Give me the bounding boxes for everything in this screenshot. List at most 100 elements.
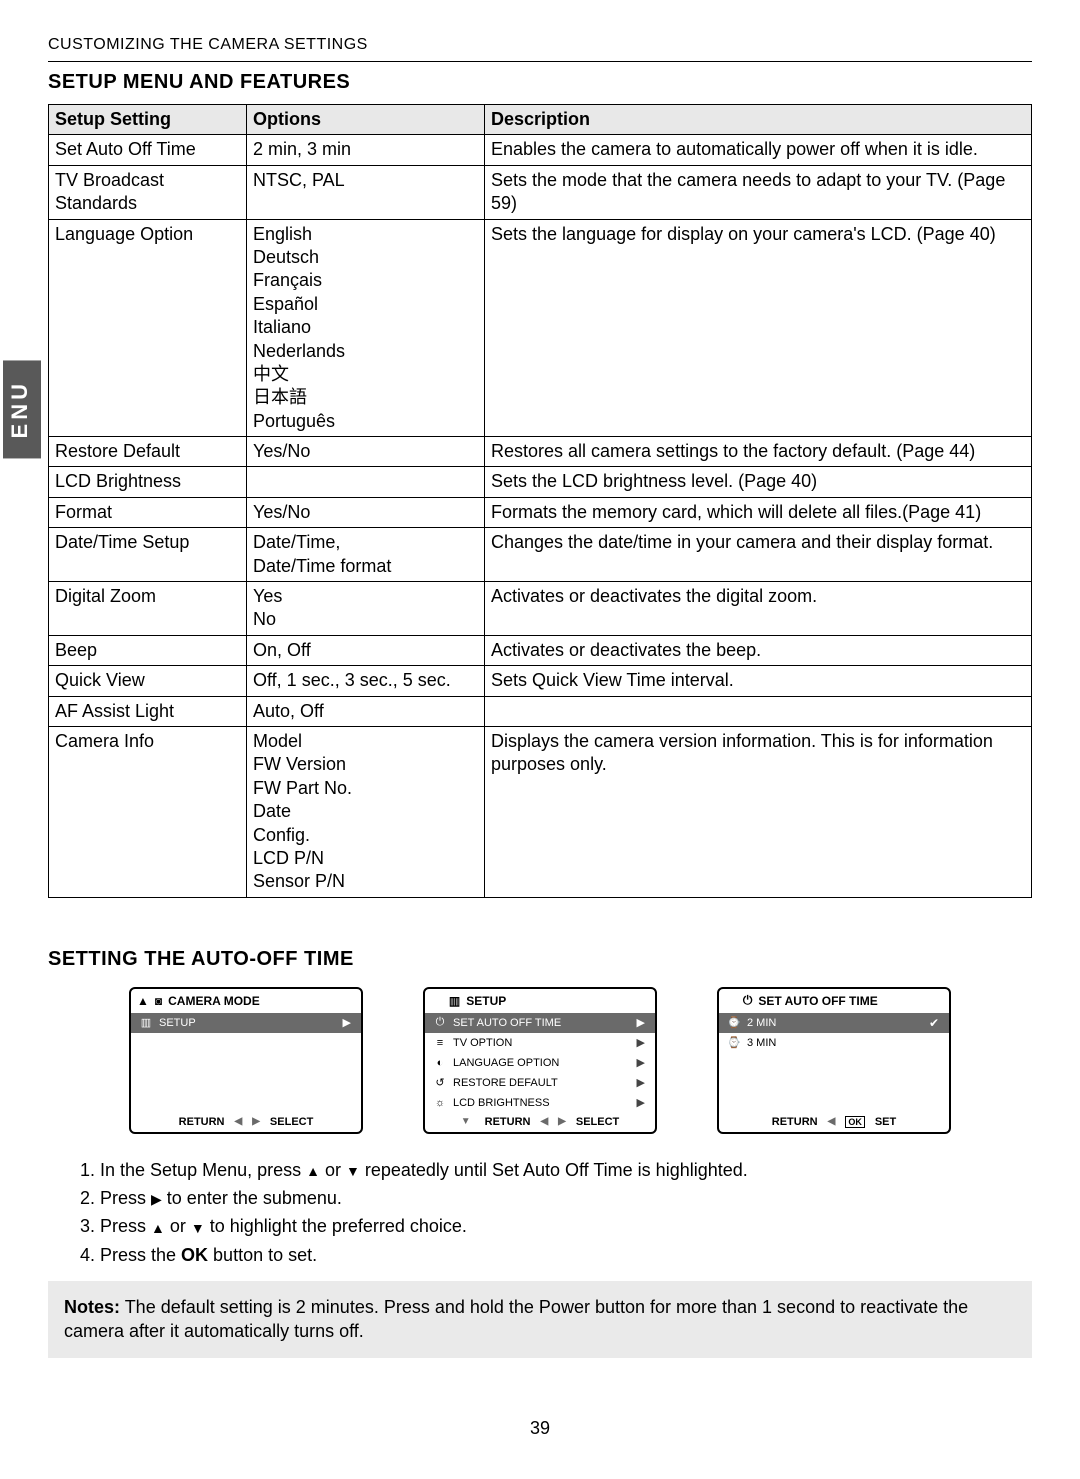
cell-options: Off, 1 sec., 3 sec., 5 sec.: [247, 666, 485, 696]
cell-description: [485, 696, 1032, 726]
left-triangle-icon: ◀: [540, 1116, 548, 1127]
lcd-row-label: LANGUAGE OPTION: [453, 1057, 559, 1069]
cell-setting: Beep: [49, 635, 247, 665]
chevron-right-icon: ▶: [637, 1016, 645, 1029]
cell-description: Sets the LCD brightness level. (Page 40): [485, 467, 1032, 497]
th-setting: Setup Setting: [49, 105, 247, 135]
menu-item-icon: ⏻: [433, 1016, 447, 1029]
cell-options: 2 min, 3 min: [247, 135, 485, 165]
cell-setting: Format: [49, 497, 247, 527]
chevron-right-icon: ▶: [343, 1016, 351, 1029]
ok-label: OK: [181, 1245, 208, 1265]
right-triangle-icon: ▶: [252, 1116, 260, 1127]
lcd-row-label: SETUP: [159, 1017, 196, 1029]
check-icon: ✔: [929, 1016, 939, 1030]
table-row: Digital ZoomYesNoActivates or deactivate…: [49, 582, 1032, 636]
lcd-menu-item: ⏻SET AUTO OFF TIME▶: [425, 1013, 655, 1033]
lcd-set-auto-off: ▲ ⏻ SET AUTO OFF TIME ⌚2 MIN✔⌚3 MIN RETU…: [717, 987, 951, 1134]
table-row: BeepOn, OffActivates or deactivates the …: [49, 635, 1032, 665]
up-triangle-icon: ▲: [137, 994, 149, 1008]
timer-icon: ⌚: [727, 1016, 741, 1029]
cell-description: Changes the date/time in your camera and…: [485, 528, 1032, 582]
section-title: SETUP MENU AND FEATURES: [48, 71, 1032, 94]
cell-description: Activates or deactivates the beep.: [485, 635, 1032, 665]
chevron-right-icon: ▶: [637, 1076, 645, 1089]
table-row: Language OptionEnglishDeutschFrançaisEsp…: [49, 219, 1032, 437]
cell-options: Date/Time,Date/Time format: [247, 528, 485, 582]
notes-text: The default setting is 2 minutes. Press …: [64, 1297, 968, 1341]
notes-label: Notes:: [64, 1297, 120, 1317]
th-options: Options: [247, 105, 485, 135]
lcd-menu-item: ≡TV OPTION▶: [425, 1033, 655, 1053]
lcd-camera-mode: ▲ ◙ CAMERA MODE ▥ SETUP ▶ RETURN ◀ ▶ SEL…: [129, 987, 363, 1134]
timer-icon: ⌚: [727, 1036, 741, 1049]
setup-icon: ▥: [139, 1016, 153, 1029]
cell-options: Yes/No: [247, 497, 485, 527]
table-row: Camera InfoModelFW VersionFW Part No.Dat…: [49, 726, 1032, 897]
cell-description: Sets the mode that the camera needs to a…: [485, 165, 1032, 219]
lcd-menu-item: ◐LANGUAGE OPTION▶: [425, 1053, 655, 1073]
cell-description: Formats the memory card, which will dele…: [485, 497, 1032, 527]
step-1: In the Setup Menu, press ▲ or ▼ repeated…: [100, 1158, 1032, 1182]
right-triangle-icon: ▶: [558, 1116, 566, 1127]
cell-options: Yes/No: [247, 437, 485, 467]
step-text: Press: [100, 1216, 151, 1236]
lcd-menu-item: ↺ RESTORE DEFAULT ▶: [425, 1073, 655, 1093]
lcd-foot-return: RETURN: [772, 1116, 818, 1128]
lcd-head-label: SET AUTO OFF TIME: [758, 994, 877, 1008]
lcd-foot-return: RETURN: [485, 1116, 531, 1128]
lcd-foot-select: SELECT: [576, 1116, 619, 1128]
lcd-row-label: TV OPTION: [453, 1037, 512, 1049]
step-text: to enter the submenu.: [162, 1188, 342, 1208]
cell-options: On, Off: [247, 635, 485, 665]
ok-icon: OK: [845, 1116, 865, 1128]
cell-options: [247, 467, 485, 497]
table-row: TV Broadcast StandardsNTSC, PALSets the …: [49, 165, 1032, 219]
menu-item-icon: ↺: [433, 1076, 447, 1089]
step-text: Press: [100, 1188, 151, 1208]
step-text: repeatedly until Set Auto Off Time is hi…: [360, 1160, 748, 1180]
lcd-option-item: ⌚2 MIN✔: [719, 1013, 949, 1033]
breadcrumb: CUSTOMIZING THE CAMERA SETTINGS: [48, 36, 1032, 62]
cell-setting: AF Assist Light: [49, 696, 247, 726]
settings-table: Setup Setting Options Description Set Au…: [48, 104, 1032, 898]
lcd-screens: ▲ ◙ CAMERA MODE ▥ SETUP ▶ RETURN ◀ ▶ SEL…: [48, 987, 1032, 1134]
camera-icon: ◙: [155, 994, 162, 1008]
left-triangle-icon: ◀: [828, 1116, 836, 1127]
right-triangle-icon: ▶: [151, 1192, 162, 1206]
cell-setting: Camera Info: [49, 726, 247, 897]
cell-setting: Date/Time Setup: [49, 528, 247, 582]
cell-options: EnglishDeutschFrançaisEspañolItalianoNed…: [247, 219, 485, 437]
step-text: Press the: [100, 1245, 181, 1265]
up-triangle-icon: ▲: [151, 1221, 165, 1235]
lcd-row-label: 3 MIN: [747, 1037, 776, 1049]
cell-setting: LCD Brightness: [49, 467, 247, 497]
step-text: In the Setup Menu, press: [100, 1160, 306, 1180]
step-3: Press ▲ or ▼ to highlight the preferred …: [100, 1214, 1032, 1238]
table-row: Quick ViewOff, 1 sec., 3 sec., 5 sec.Set…: [49, 666, 1032, 696]
lcd-row-label: LCD BRIGHTNESS: [453, 1097, 550, 1109]
menu-item-icon: ≡: [433, 1037, 447, 1049]
lcd-foot-set: SET: [875, 1116, 896, 1128]
cell-description: Displays the camera version information.…: [485, 726, 1032, 897]
menu-item-icon: ☼: [433, 1097, 447, 1109]
down-triangle-icon: ▼: [191, 1221, 205, 1235]
lcd-row-label: RESTORE DEFAULT: [453, 1077, 558, 1089]
up-triangle-icon: ▲: [306, 1164, 320, 1178]
page-number: 39: [48, 1418, 1032, 1439]
cell-options: NTSC, PAL: [247, 165, 485, 219]
notes-box: Notes: The default setting is 2 minutes.…: [48, 1281, 1032, 1358]
table-row: Date/Time SetupDate/Time,Date/Time forma…: [49, 528, 1032, 582]
down-triangle-icon: ▼: [346, 1164, 360, 1178]
cell-setting: TV Broadcast Standards: [49, 165, 247, 219]
lcd-head-label: SETUP: [466, 994, 506, 1008]
cell-setting: Language Option: [49, 219, 247, 437]
cell-description: Restores all camera settings to the fact…: [485, 437, 1032, 467]
table-row: Set Auto Off Time2 min, 3 minEnables the…: [49, 135, 1032, 165]
menu-item-icon: ◐: [433, 1057, 447, 1069]
lcd-setup: ▲ ▥ SETUP ⏻SET AUTO OFF TIME▶≡TV OPTION▶…: [423, 987, 657, 1134]
lcd-foot-return: RETURN: [179, 1116, 225, 1128]
sub-section-title: SETTING THE AUTO-OFF TIME: [48, 948, 1032, 971]
step-text: or: [320, 1160, 346, 1180]
table-row: LCD Brightness Sets the LCD brightness le…: [49, 467, 1032, 497]
